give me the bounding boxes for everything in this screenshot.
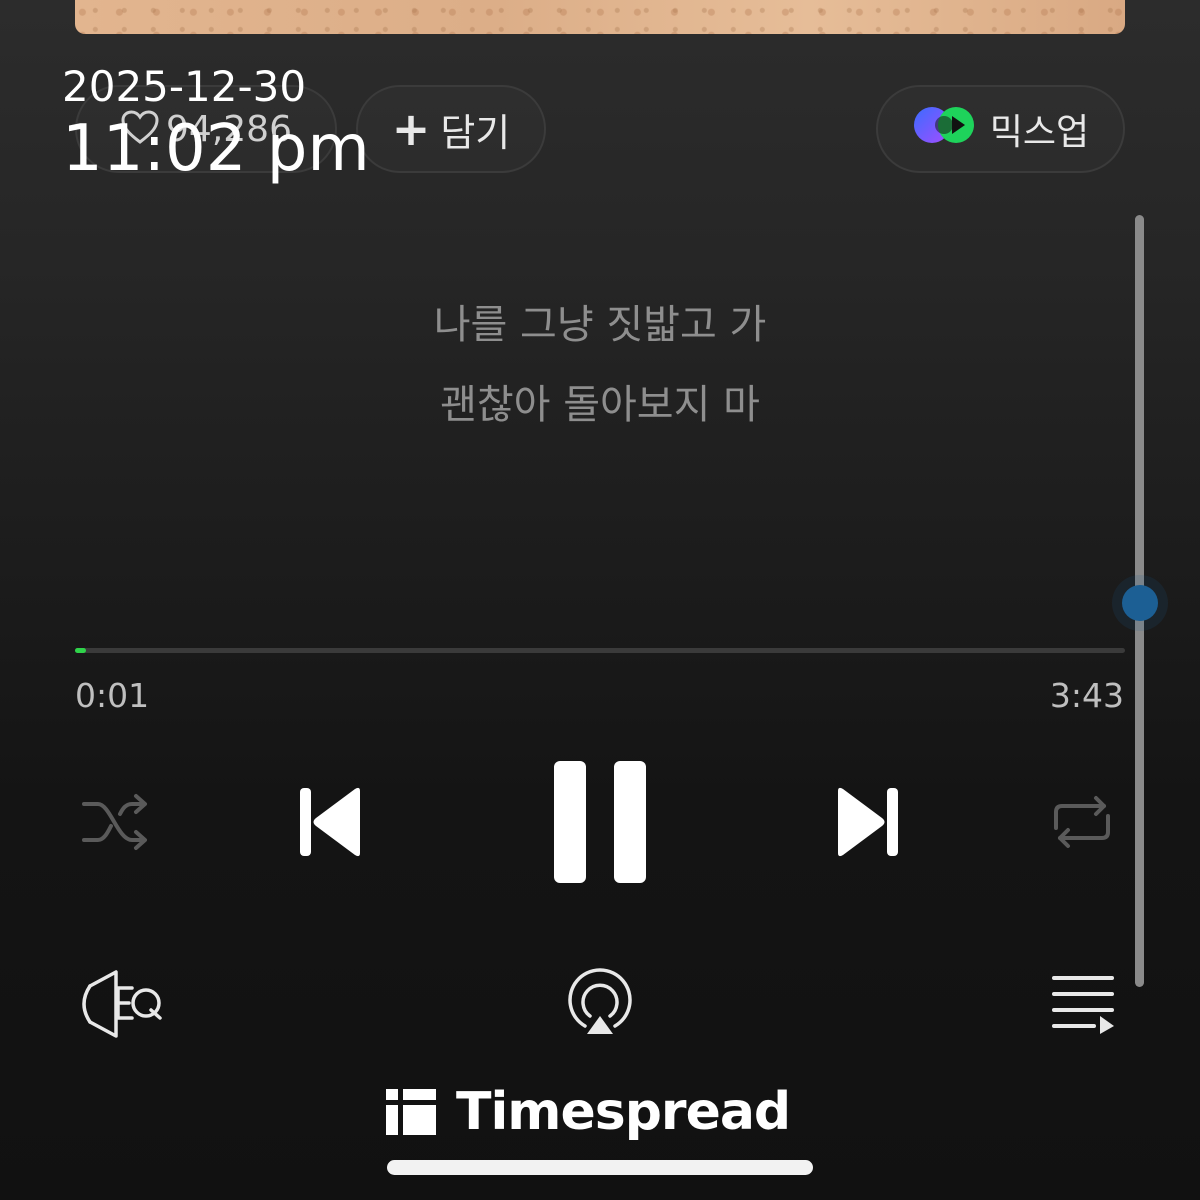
mixup-logo-icon (912, 105, 990, 154)
watermark-text: Timespread (456, 1082, 791, 1142)
timestamp-overlay: 2025-12-30 11:02 pm (62, 62, 370, 184)
album-art[interactable] (75, 0, 1125, 34)
airplay-button[interactable] (563, 968, 637, 1040)
eq-icon (82, 970, 162, 1038)
next-track-button[interactable] (834, 785, 900, 859)
watermark: Timespread (386, 1082, 791, 1142)
playback-progress-bar[interactable] (75, 648, 1125, 653)
add-label: 담기 (440, 110, 511, 155)
pause-button[interactable] (552, 760, 648, 884)
overlay-date: 2025-12-30 (62, 62, 307, 111)
airplay-icon (568, 968, 632, 1034)
mixup-button[interactable]: 믹스업 (876, 85, 1125, 173)
skip-next-icon (838, 787, 898, 857)
pause-icon (554, 761, 646, 883)
playlist-icon (1052, 976, 1114, 1034)
playlist-button[interactable] (1050, 972, 1118, 1036)
shuffle-icon (82, 794, 147, 850)
mixup-label: 믹스업 (989, 112, 1090, 153)
repeat-button[interactable] (1046, 790, 1118, 854)
elapsed-time: 0:01 (75, 676, 150, 715)
total-duration: 3:43 (1049, 676, 1124, 715)
plus-icon: + (391, 102, 431, 156)
shuffle-button[interactable] (80, 790, 152, 854)
lyric-line: 나를 그냥 짓밟고 가 (433, 302, 767, 348)
previous-track-button[interactable] (298, 785, 364, 859)
lyrics-panel[interactable]: 나를 그냥 짓밟고 가 괜찮아 돌아보지 마 (0, 295, 1200, 455)
home-indicator[interactable] (387, 1160, 813, 1175)
repeat-icon (1054, 796, 1110, 848)
scrollbar-thumb[interactable] (1122, 585, 1158, 621)
playback-progress-fill (75, 648, 86, 653)
timespread-logo-icon (386, 1089, 436, 1135)
skip-previous-icon (300, 787, 360, 857)
overlay-time: 11:02 pm (62, 112, 370, 186)
equalizer-button[interactable] (74, 968, 164, 1040)
add-to-list-button[interactable]: + 담기 (356, 85, 546, 173)
lyric-line: 괜찮아 돌아보지 마 (440, 382, 760, 428)
